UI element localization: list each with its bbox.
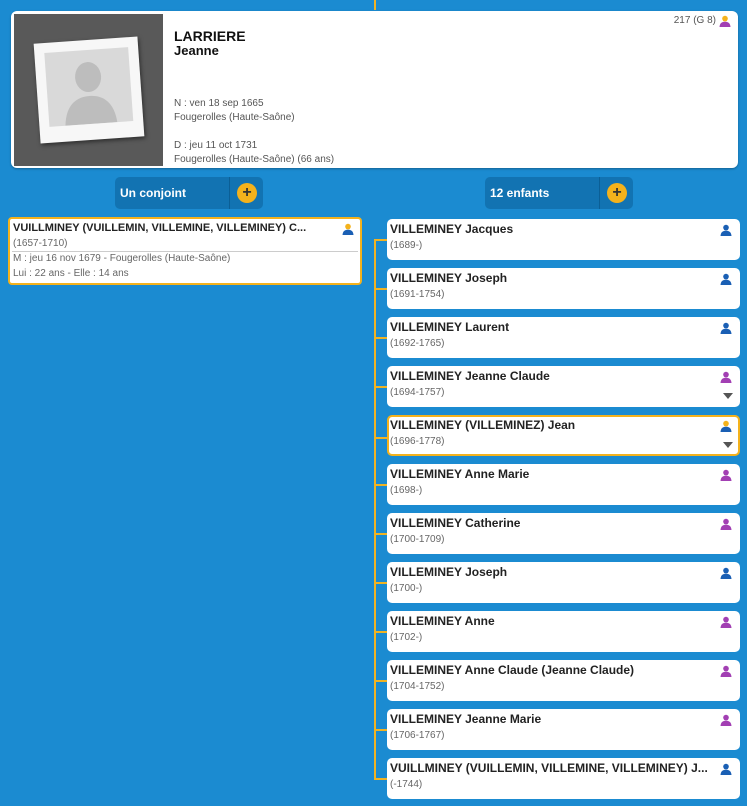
connector-tick: [374, 484, 387, 486]
tab-children[interactable]: 12 enfants +: [485, 177, 633, 209]
ancestor-connector-line: [374, 0, 376, 10]
child-card[interactable]: VILLEMINEY Jeanne Marie (1706-1767): [374, 709, 740, 750]
child-card[interactable]: VILLEMINEY Catherine (1700-1709): [374, 513, 740, 554]
child-name: VILLEMINEY Jeanne Marie: [390, 712, 542, 726]
child-card[interactable]: VILLEMINEY Jacques (1689-): [374, 219, 740, 260]
connector-tick: [374, 729, 387, 731]
child-name: VILLEMINEY Joseph: [390, 565, 508, 579]
child-card[interactable]: VILLEMINEY Joseph (1691-1754): [374, 268, 740, 309]
child-card-selected[interactable]: VILLEMINEY (VILLEMINEZ) Jean (1696-1778): [374, 415, 740, 456]
connector-tick: [374, 386, 387, 388]
connector-tick: [374, 680, 387, 682]
child-card[interactable]: VILLEMINEY Laurent (1692-1765): [374, 317, 740, 358]
connector-tick: [374, 631, 387, 633]
child-card[interactable]: VILLEMINEY Joseph (1700-): [374, 562, 740, 603]
add-spouse-button[interactable]: +: [229, 177, 263, 209]
child-card[interactable]: VUILLMINEY (VUILLEMIN, VILLEMINE, VILLEM…: [374, 758, 740, 799]
main-person-card[interactable]: LARRIERE Jeanne N : ven 18 sep 1665 Foug…: [11, 11, 738, 168]
child-dates: (1700-1709): [390, 534, 445, 545]
child-name: VILLEMINEY (VILLEMINEZ) Jean: [390, 418, 576, 432]
plus-icon: +: [237, 183, 257, 203]
user-male-icon: [342, 223, 354, 235]
connector-tick: [374, 437, 387, 439]
person-firstname: Jeanne: [174, 43, 219, 58]
child-dates: (1698-): [390, 485, 423, 496]
child-dates: (1691-1754): [390, 289, 445, 300]
child-dates: (1694-1757): [390, 387, 445, 398]
death-date: D : jeu 11 oct 1731: [174, 140, 258, 151]
expand-arrow-icon[interactable]: [723, 442, 733, 448]
connector-tick: [374, 778, 387, 780]
silhouette-icon: [44, 47, 134, 127]
user-female-icon: [720, 469, 732, 481]
child-name: VUILLMINEY (VUILLEMIN, VILLEMINE, VILLEM…: [390, 761, 708, 775]
child-card[interactable]: VILLEMINEY Jeanne Claude (1694-1757): [374, 366, 740, 407]
child-dates: (1696-1778): [390, 436, 445, 447]
user-male-icon: [720, 763, 732, 775]
user-female-icon: [720, 371, 732, 383]
divider: [12, 251, 358, 252]
child-dates: (-1744): [390, 779, 423, 790]
user-male-icon: [720, 273, 732, 285]
connector-tick: [374, 582, 387, 584]
child-dates: (1704-1752): [390, 681, 445, 692]
child-name: VILLEMINEY Catherine: [390, 516, 521, 530]
expand-arrow-icon[interactable]: [723, 393, 733, 399]
user-female-icon: [720, 518, 732, 530]
add-child-button[interactable]: +: [599, 177, 633, 209]
person-photo-placeholder[interactable]: [33, 36, 145, 144]
child-dates: (1702-): [390, 632, 423, 643]
tab-children-label: 12 enfants: [490, 186, 550, 200]
spouse-card[interactable]: VUILLMINEY (VUILLEMIN, VILLEMINE, VILLEM…: [8, 217, 362, 285]
child-name: VILLEMINEY Anne Marie: [390, 467, 530, 481]
user-male-icon: [720, 224, 732, 236]
person-lastname: LARRIERE: [174, 28, 246, 44]
spouse-dates: (1657-1710): [13, 238, 68, 249]
birth-place: Fougerolles (Haute-Saône): [174, 112, 295, 123]
tab-spouses-label: Un conjoint: [120, 186, 186, 200]
connector-tick: [374, 337, 387, 339]
photo-area: [14, 14, 163, 166]
child-dates: (1689-): [390, 240, 423, 251]
plus-icon: +: [607, 183, 627, 203]
marriage-info: M : jeu 16 nov 1679 - Fougerolles (Haute…: [13, 253, 231, 264]
connector-tick: [374, 239, 387, 241]
child-name: VILLEMINEY Jacques: [390, 222, 514, 236]
child-card[interactable]: VILLEMINEY Anne Claude (Jeanne Claude) (…: [374, 660, 740, 701]
user-female-icon: [720, 714, 732, 726]
user-male-icon: [720, 322, 732, 334]
children-connector-line: [374, 240, 376, 780]
child-name: VILLEMINEY Joseph: [390, 271, 508, 285]
child-name: VILLEMINEY Anne: [390, 614, 495, 628]
child-dates: (1706-1767): [390, 730, 445, 741]
sosa-number: 217 (G 8): [673, 15, 716, 26]
child-card[interactable]: VILLEMINEY Anne (1702-): [374, 611, 740, 652]
connector-tick: [374, 288, 387, 290]
death-place: Fougerolles (Haute-Saône) (66 ans): [174, 154, 335, 165]
user-female-icon: [720, 665, 732, 677]
birth-date: N : ven 18 sep 1665: [174, 98, 264, 109]
user-male-icon: [720, 420, 732, 432]
user-female-icon: [720, 616, 732, 628]
marriage-ages: Lui : 22 ans - Elle : 14 ans: [13, 268, 129, 279]
user-male-icon: [720, 567, 732, 579]
child-name: VILLEMINEY Jeanne Claude: [390, 369, 550, 383]
child-dates: (1692-1765): [390, 338, 445, 349]
child-card[interactable]: VILLEMINEY Anne Marie (1698-): [374, 464, 740, 505]
child-name: VILLEMINEY Anne Claude (Jeanne Claude): [390, 663, 635, 677]
child-dates: (1700-): [390, 583, 423, 594]
user-female-icon: [719, 15, 731, 27]
child-name: VILLEMINEY Laurent: [390, 320, 510, 334]
connector-tick: [374, 533, 387, 535]
tab-spouses[interactable]: Un conjoint +: [115, 177, 263, 209]
spouse-name: VUILLMINEY (VUILLEMIN, VILLEMINE, VILLEM…: [13, 222, 307, 234]
